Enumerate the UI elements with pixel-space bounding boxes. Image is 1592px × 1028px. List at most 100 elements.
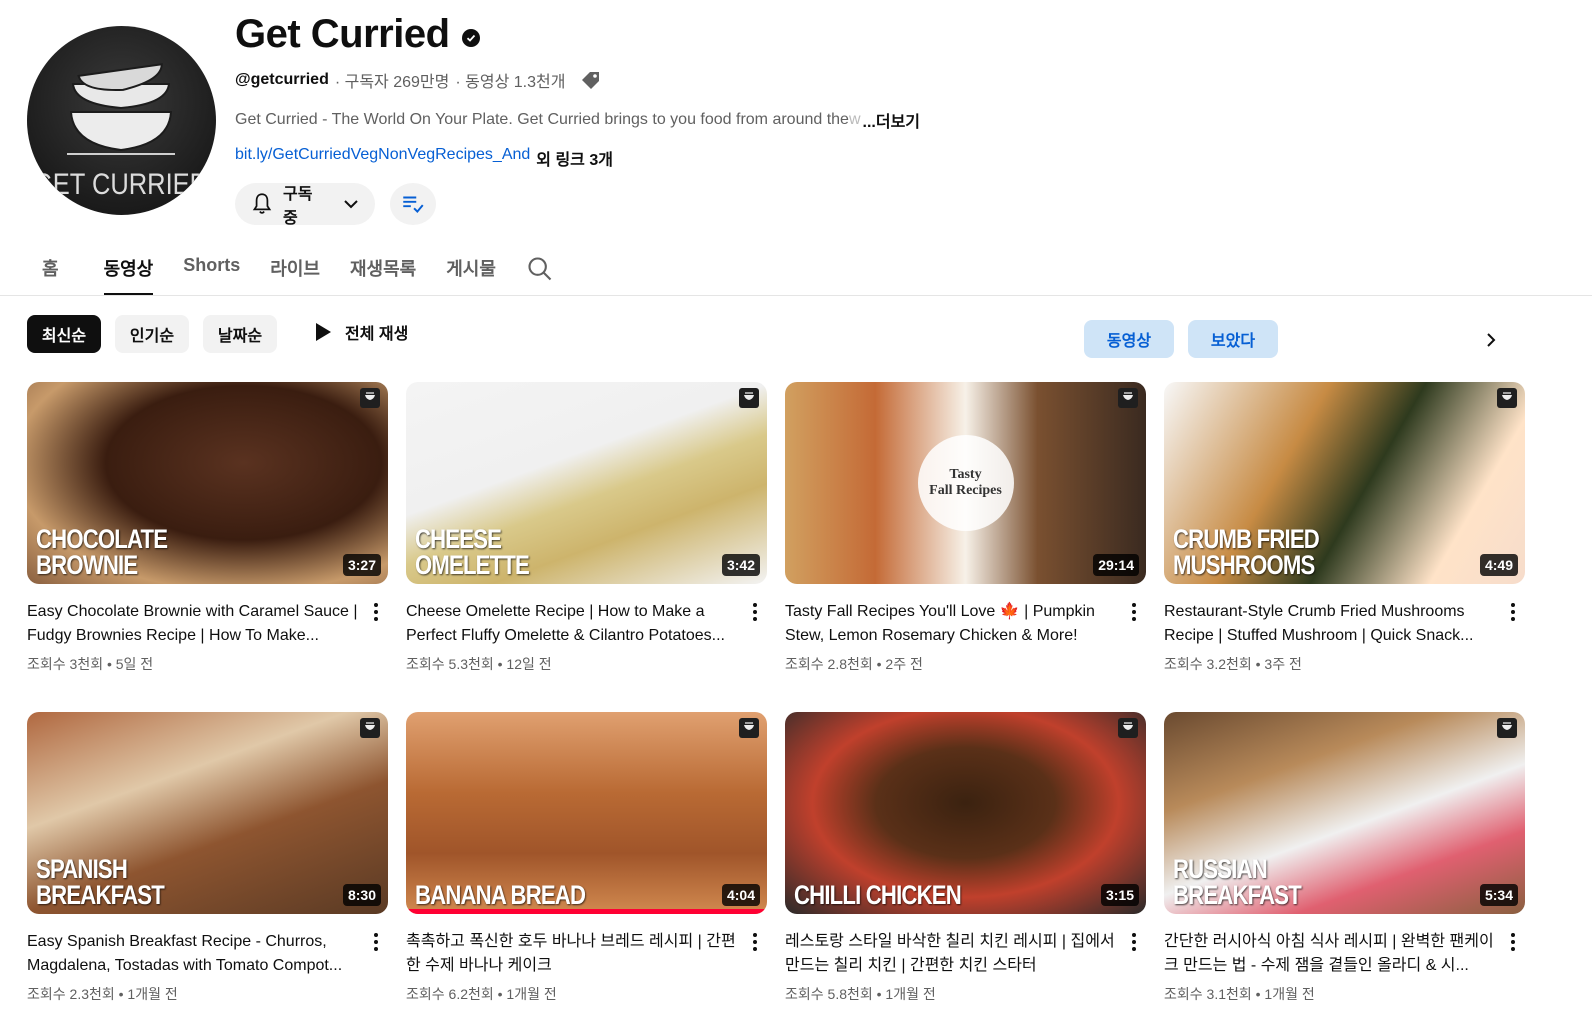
thumbnail-text: RUSSIAN BREAKFAST — [1173, 854, 1302, 910]
verified-icon — [461, 28, 480, 47]
filter-watched-pill[interactable]: 보았다 — [1188, 320, 1278, 358]
video-title[interactable]: Easy Spanish Breakfast Recipe - Churros,… — [27, 930, 362, 978]
video-stats: 조회수 2.8천회 • 2주 전 — [785, 656, 923, 672]
kebab-menu-icon[interactable] — [1122, 930, 1146, 954]
filter-videos-pill[interactable]: 동영상 — [1084, 320, 1174, 358]
video-duration: 3:42 — [721, 554, 760, 576]
description-text: Get Curried - The World On Your Plate. G… — [235, 111, 849, 128]
channel-logo-icon — [360, 388, 380, 408]
channel-logo-icon — [360, 718, 380, 738]
video-stats: 조회수 5.3천회 • 12일 전 — [406, 656, 552, 672]
more-links[interactable]: 외 링크 3개 — [536, 146, 613, 170]
thumbnail-text: CRUMB FRIED MUSHROOMS — [1173, 524, 1320, 580]
kebab-menu-icon[interactable] — [1501, 600, 1525, 624]
tab-live[interactable]: 라이브 — [255, 245, 335, 296]
channel-logo-icon — [739, 718, 759, 738]
video-card[interactable]: 29:14 Tasty Fall Recipes Tasty Fall Reci… — [785, 382, 1146, 674]
kebab-menu-icon[interactable] — [743, 600, 767, 624]
bell-icon — [249, 191, 275, 217]
tag-icon[interactable] — [579, 69, 603, 91]
video-card[interactable]: CHILLI CHICKEN 3:15 레스토랑 스타일 바삭한 칠리 치킨 레… — [785, 712, 1146, 1004]
video-thumbnail[interactable]: CHEESE OMELETTE 3:42 — [406, 382, 767, 584]
chevron-down-icon — [341, 194, 361, 214]
video-title[interactable]: 간단한 러시아식 아침 식사 레시피 | 완벽한 팬케이크 만드는 법 - 수제… — [1164, 930, 1499, 978]
channel-link[interactable]: bit.ly/GetCurriedVegNonVegRecipes_And — [235, 146, 530, 170]
play-all-button[interactable]: 전체 재생 — [313, 320, 408, 344]
avatar-text: GET CURRIED — [33, 167, 208, 200]
channel-logo-icon — [1497, 718, 1517, 738]
tab-videos[interactable]: 동영상 — [103, 245, 153, 296]
video-stats: 조회수 3.1천회 • 1개월 전 — [1164, 986, 1315, 1002]
video-duration: 8:30 — [342, 884, 381, 906]
channel-meta: @getcurried · 구독자 269만명 · 동영상 1.3천개 — [235, 68, 603, 92]
tab-home[interactable]: 홈 — [27, 245, 74, 296]
playlist-check-button[interactable] — [390, 183, 436, 225]
video-thumbnail[interactable]: BANANA BREAD 4:04 — [406, 712, 767, 914]
tab-posts[interactable]: 게시물 — [431, 245, 511, 296]
video-title[interactable]: 레스토랑 스타일 바삭한 칠리 치킨 레시피 | 집에서 만드는 칠리 치킨 |… — [785, 930, 1120, 978]
subscribed-label: 구독중 — [283, 186, 313, 227]
video-thumbnail[interactable]: 29:14 Tasty Fall Recipes — [785, 382, 1146, 584]
channel-avatar[interactable]: GET CURRIED — [27, 26, 216, 215]
video-title[interactable]: 촉촉하고 폭신한 호두 바나나 브레드 레시피 | 간편한 수제 바나나 케이크 — [406, 930, 741, 978]
thumbnail-center-text: Tasty Fall Recipes — [917, 435, 1014, 531]
chip-oldest[interactable]: 날짜순 — [203, 315, 277, 353]
kebab-menu-icon[interactable] — [1501, 930, 1525, 954]
kebab-menu-icon[interactable] — [743, 930, 767, 954]
channel-title: Get Curried — [235, 12, 450, 56]
video-title[interactable]: Easy Chocolate Brownie with Caramel Sauc… — [27, 600, 362, 648]
playlist-check-icon — [400, 191, 426, 217]
thumbnail-text: BANANA BREAD — [415, 880, 586, 910]
thumbnail-text: CHEESE OMELETTE — [415, 524, 530, 580]
thumbnail-text: CHOCOLATE BROWNIE — [36, 524, 168, 580]
thumbnail-text: CHILLI CHICKEN — [794, 880, 962, 910]
channel-tabs: 홈 동영상 Shorts 라이브 재생목록 게시물 — [27, 245, 569, 296]
watch-progress-bar — [406, 909, 767, 914]
chevron-right-icon[interactable] — [1476, 325, 1506, 355]
tab-shorts[interactable]: Shorts — [168, 245, 255, 296]
video-thumbnail[interactable]: SPANISH BREAKFAST 8:30 — [27, 712, 388, 914]
video-card[interactable]: CRUMB FRIED MUSHROOMS 4:49 Restaurant-St… — [1164, 382, 1525, 674]
video-thumbnail[interactable]: CHOCOLATE BROWNIE 3:27 — [27, 382, 388, 584]
video-thumbnail[interactable]: CRUMB FRIED MUSHROOMS 4:49 — [1164, 382, 1525, 584]
more-link[interactable]: ...더보기 — [863, 108, 921, 132]
chip-popular[interactable]: 인기순 — [115, 315, 189, 353]
video-duration: 3:15 — [1100, 884, 1139, 906]
tab-playlists[interactable]: 재생목록 — [335, 245, 431, 296]
video-card[interactable]: SPANISH BREAKFAST 8:30 Easy Spanish Brea… — [27, 712, 388, 1004]
video-title[interactable]: Restaurant-Style Crumb Fried Mushrooms R… — [1164, 600, 1499, 648]
channel-description[interactable]: Get Curried - The World On Your Plate. G… — [235, 108, 920, 132]
video-duration: 4:49 — [1479, 554, 1518, 576]
video-title[interactable]: Tasty Fall Recipes You'll Love 🍁 | Pumpk… — [785, 600, 1120, 648]
kebab-menu-icon[interactable] — [364, 930, 388, 954]
description-fade: w — [848, 111, 861, 128]
subscriber-count: · 구독자 269만명 — [334, 74, 450, 91]
video-title[interactable]: Cheese Omelette Recipe | How to Make a P… — [406, 600, 741, 648]
video-thumbnail[interactable]: CHILLI CHICKEN 3:15 — [785, 712, 1146, 914]
subscribed-button[interactable]: 구독중 — [235, 183, 375, 227]
video-stats: 조회수 6.2천회 • 1개월 전 — [406, 986, 557, 1002]
video-duration: 4:04 — [721, 884, 760, 906]
channel-logo-icon — [1118, 718, 1138, 738]
kebab-menu-icon[interactable] — [364, 600, 388, 624]
video-card[interactable]: CHOCOLATE BROWNIE 3:27 Easy Chocolate Br… — [27, 382, 388, 674]
video-card[interactable]: CHEESE OMELETTE 3:42 Cheese Omelette Rec… — [406, 382, 767, 674]
channel-logo-icon — [1118, 388, 1138, 408]
tabs-divider — [0, 295, 1592, 296]
video-card[interactable]: RUSSIAN BREAKFAST 5:34 간단한 러시아식 아침 식사 레시… — [1164, 712, 1525, 1004]
play-icon — [313, 321, 333, 343]
kebab-menu-icon[interactable] — [1122, 600, 1146, 624]
thumbnail-text: SPANISH BREAKFAST — [36, 854, 165, 910]
channel-links: bit.ly/GetCurriedVegNonVegRecipes_And 외 … — [235, 146, 613, 170]
video-thumbnail[interactable]: RUSSIAN BREAKFAST 5:34 — [1164, 712, 1525, 914]
channel-title-row: Get Curried — [235, 12, 480, 57]
search-icon[interactable] — [511, 245, 569, 296]
play-all-label: 전체 재생 — [345, 326, 409, 343]
video-duration: 5:34 — [1479, 884, 1518, 906]
chip-latest[interactable]: 최신순 — [27, 315, 101, 353]
video-stats: 조회수 5.8천회 • 1개월 전 — [785, 986, 936, 1002]
video-count: · 동영상 1.3천개 — [455, 74, 566, 91]
video-card[interactable]: BANANA BREAD 4:04 촉촉하고 폭신한 호두 바나나 브레드 레시… — [406, 712, 767, 1004]
video-duration: 29:14 — [1093, 554, 1139, 576]
channel-handle: @getcurried — [235, 71, 329, 88]
